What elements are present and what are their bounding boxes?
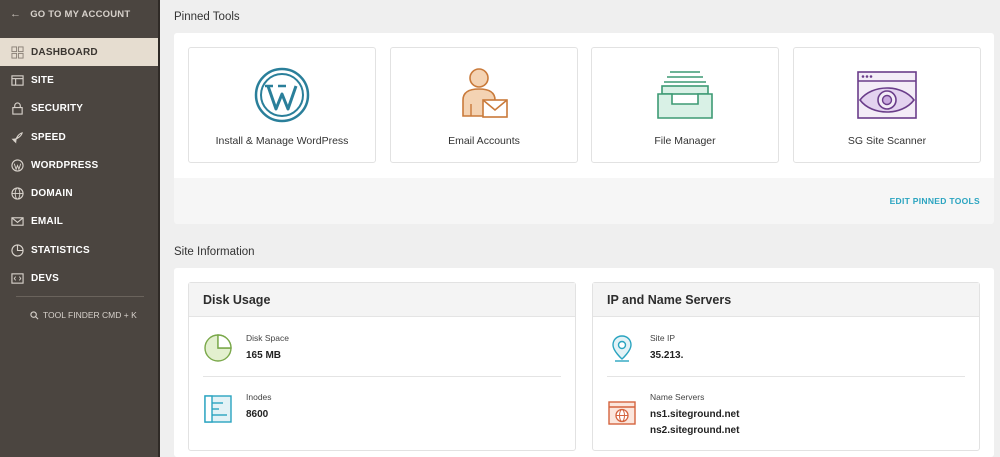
tool-label: File Manager <box>654 135 716 147</box>
sidebar-item-security[interactable]: SECURITY <box>0 95 158 123</box>
site-scanner-icon <box>857 71 917 119</box>
tool-finder-button[interactable]: TOOL FINDER CMD + K <box>30 310 137 320</box>
sidebar-item-email[interactable]: EMAIL <box>0 208 158 236</box>
tool-sg-site-scanner[interactable]: SG Site Scanner <box>793 47 981 163</box>
name-server-2: ns2.siteground.net <box>650 425 740 436</box>
inodes-icon <box>204 395 232 423</box>
ip-name-servers-title: IP and Name Servers <box>593 283 979 317</box>
pinned-tools-panel: Install & Manage WordPress Email Account… <box>174 33 994 224</box>
inodes-value: 8600 <box>246 409 269 420</box>
go-to-account-link[interactable]: ← GO TO MY ACCOUNT <box>0 0 158 28</box>
pinned-tools-title: Pinned Tools <box>174 11 240 23</box>
sidebar-item-label: SPEED <box>31 131 66 143</box>
dashboard-icon <box>10 45 24 59</box>
inodes-row: Inodes 8600 <box>203 390 561 430</box>
search-icon <box>30 310 39 319</box>
name-servers-row: Name Servers ns1.siteground.net ns2.site… <box>607 390 965 440</box>
sidebar-nav: DASHBOARD SITE SECURITY SPEED WORDPRESS <box>0 38 158 293</box>
email-accounts-icon <box>462 68 508 118</box>
sidebar-item-wordpress[interactable]: WORDPRESS <box>0 151 158 179</box>
tool-label: Install & Manage WordPress <box>215 135 349 147</box>
sidebar-item-label: DOMAIN <box>31 188 73 200</box>
tool-label: Email Accounts <box>448 135 520 147</box>
name-servers-label: Name Servers <box>650 392 705 402</box>
tool-file-manager[interactable]: File Manager <box>591 47 779 163</box>
tool-email-accounts[interactable]: Email Accounts <box>390 47 578 163</box>
name-server-1: ns1.siteground.net <box>650 409 740 420</box>
site-ip-label: Site IP <box>650 333 676 343</box>
sidebar-item-label: SITE <box>31 74 55 86</box>
globe-icon <box>10 187 24 201</box>
sidebar-item-site[interactable]: SITE <box>0 66 158 94</box>
site-information-title: Site Information <box>174 246 255 258</box>
site-icon <box>10 73 24 87</box>
sidebar-item-dashboard[interactable]: DASHBOARD <box>0 38 158 67</box>
server-globe-icon <box>608 401 636 425</box>
arrow-left-icon: ← <box>10 8 22 20</box>
sidebar-divider <box>16 296 144 297</box>
wordpress-logo-icon <box>254 67 310 123</box>
sidebar-item-label: STATISTICS <box>31 244 90 256</box>
disk-space-value: 165 MB <box>246 350 282 361</box>
go-to-account-label: GO TO MY ACCOUNT <box>30 8 131 20</box>
sidebar-item-label: DASHBOARD <box>31 46 98 58</box>
sidebar: ← GO TO MY ACCOUNT DASHBOARD SITE SECURI… <box>0 0 160 457</box>
tool-label: SG Site Scanner <box>847 135 927 147</box>
location-pin-icon <box>612 335 632 362</box>
pie-chart-icon <box>10 243 24 257</box>
pie-chart-icon <box>204 334 232 362</box>
site-information-panel: Disk Usage Disk Space 165 MB Inodes 8600 <box>174 268 994 457</box>
site-ip-row: Site IP 35.213. <box>607 331 965 371</box>
sidebar-item-devs[interactable]: DEVS <box>0 264 158 292</box>
lock-icon <box>10 102 24 116</box>
disk-space-label: Disk Space <box>246 333 289 343</box>
ip-name-servers-card: IP and Name Servers Site IP 35.213. Name… <box>592 282 980 451</box>
inodes-label: Inodes <box>246 392 272 402</box>
disk-space-row: Disk Space 165 MB <box>203 331 561 371</box>
sidebar-item-label: EMAIL <box>31 216 64 228</box>
sidebar-item-label: WORDPRESS <box>31 159 99 171</box>
rocket-icon <box>10 130 24 144</box>
disk-usage-card: Disk Usage Disk Space 165 MB Inodes 8600 <box>188 282 576 451</box>
code-icon <box>10 272 24 286</box>
site-ip-value: 35.213. <box>650 350 684 361</box>
file-manager-icon <box>657 71 713 119</box>
disk-usage-title: Disk Usage <box>189 283 575 317</box>
pinned-tools-grid: Install & Manage WordPress Email Account… <box>174 33 994 178</box>
envelope-icon <box>10 215 24 229</box>
sidebar-item-statistics[interactable]: STATISTICS <box>0 236 158 264</box>
sidebar-item-domain[interactable]: DOMAIN <box>0 179 158 207</box>
divider <box>607 376 965 377</box>
sidebar-item-label: DEVS <box>31 273 60 285</box>
tool-finder-label: TOOL FINDER CMD + K <box>43 310 137 320</box>
sidebar-item-speed[interactable]: SPEED <box>0 123 158 151</box>
sidebar-item-label: SECURITY <box>31 103 84 115</box>
edit-pinned-tools-link[interactable]: EDIT PINNED TOOLS <box>890 196 980 206</box>
wordpress-icon <box>10 158 24 172</box>
divider <box>203 376 561 377</box>
tool-wordpress[interactable]: Install & Manage WordPress <box>188 47 376 163</box>
